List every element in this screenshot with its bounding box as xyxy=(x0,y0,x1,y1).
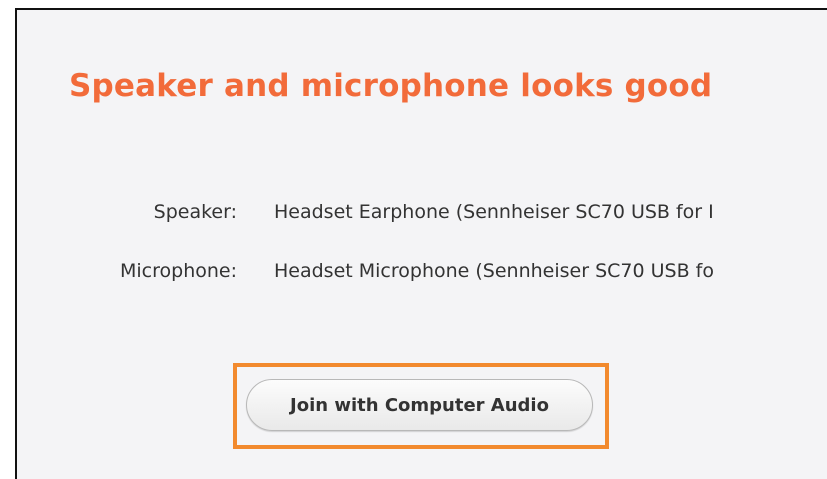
speaker-label: Speaker: xyxy=(153,201,237,223)
join-computer-audio-button[interactable]: Join with Computer Audio xyxy=(246,379,593,431)
speaker-device-name: Headset Earphone (Sennheiser SC70 USB fo… xyxy=(274,201,714,223)
dialog-title: Speaker and microphone looks good xyxy=(69,68,713,104)
microphone-label: Microphone: xyxy=(120,260,237,282)
microphone-device-name: Headset Microphone (Sennheiser SC70 USB … xyxy=(274,260,714,282)
audio-test-dialog: Speaker and microphone looks good Speake… xyxy=(15,8,827,479)
